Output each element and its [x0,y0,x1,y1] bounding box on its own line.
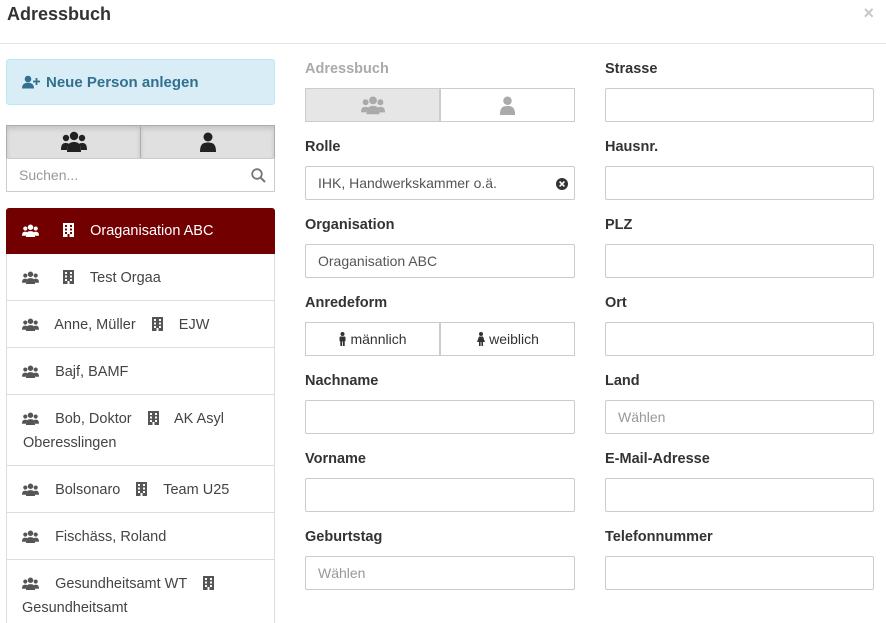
contact-list: Oraganisation ABC Test Orgaa Anne, Mülle… [6,208,275,623]
contact-type-toggle [6,125,275,159]
building-icon [63,270,75,284]
plz-field[interactable] [605,244,874,278]
new-person-button[interactable]: Neue Person anlegen [6,59,275,105]
list-item[interactable]: Bajf, BAMF [6,348,275,395]
new-person-label: Neue Person anlegen [46,73,199,91]
list-item-name: Bajf, BAMF [55,364,129,380]
list-item[interactable]: Oraganisation ABC [6,208,275,254]
telefon-field[interactable] [605,556,874,590]
land-label: Land [605,373,640,389]
type-group-option[interactable] [305,88,440,122]
users-icon [22,483,39,496]
ort-field[interactable] [605,322,874,356]
toggle-person[interactable] [141,125,275,159]
organisation-value: Oraganisation ABC [318,253,438,269]
user-plus-icon [22,75,40,89]
nachname-label: Nachname [305,373,379,389]
vorname-field[interactable] [305,478,575,512]
list-item[interactable]: Test Orgaa [6,254,275,301]
list-item-name: Anne, Müller [54,317,136,333]
anrede-female-option[interactable]: weiblich [440,322,575,356]
rolle-label: Rolle [305,139,341,155]
plz-label: PLZ [605,217,633,233]
geburtstag-field[interactable]: Wählen [305,556,575,590]
close-icon[interactable]: × [863,3,874,24]
email-field[interactable] [605,478,874,512]
nachname-field[interactable] [305,400,575,434]
users-icon [22,318,39,331]
clear-icon[interactable] [556,178,568,190]
list-item-org: AK Asyl [173,411,224,427]
building-icon [203,576,215,590]
users-icon [60,131,87,152]
search-box [6,158,275,192]
building-icon [147,411,159,425]
anrede-female-label: weiblich [489,331,539,347]
list-item[interactable]: Gesundheitsamt WT Gesundheitsamt [6,560,275,623]
users-icon [22,224,39,237]
list-item-org-line2: Gesundheitsamt [22,600,128,616]
list-item[interactable]: Bob, Doktor AK Asyl Oberesslingen [6,395,275,466]
female-icon [477,332,486,346]
list-item-name: Test Orgaa [89,270,161,286]
search-icon[interactable] [251,168,266,183]
rolle-value: IHK, Handwerkskammer o.ä. [318,175,497,191]
users-icon [22,412,39,425]
organisation-field[interactable]: Oraganisation ABC [305,244,575,278]
user-icon [199,132,216,152]
strasse-field[interactable] [605,88,874,122]
ort-label: Ort [605,295,627,311]
anrede-toggle: männlich weiblich [305,322,575,356]
building-icon [136,482,148,496]
type-person-option[interactable] [440,88,575,122]
list-item-org-line2: Oberesslingen [23,435,117,451]
dialog-title: Adressbuch [7,4,112,24]
strasse-label: Strasse [605,61,658,77]
adressbuch-label: Adressbuch [305,61,389,77]
rolle-select[interactable]: IHK, Handwerkskammer o.ä. [305,166,575,200]
geburtstag-placeholder: Wählen [318,565,366,581]
anrede-label: Anredeform [305,295,388,311]
building-icon [151,317,163,331]
users-icon [22,530,39,543]
list-item[interactable]: Bolsonaro Team U25 [6,466,275,513]
adressbuch-type-toggle [305,88,575,122]
list-item[interactable]: Anne, Müller EJW [6,301,275,348]
hausnr-field[interactable] [605,166,874,200]
users-icon [360,96,385,115]
list-item-name: Oraganisation ABC [90,223,214,239]
land-select[interactable]: Wählen [605,400,874,434]
list-item-name: Gesundheitsamt WT [55,576,187,592]
list-item-name: Fischäss, Roland [55,529,167,545]
user-icon [499,96,516,115]
list-item-name: Bolsonaro [55,482,121,498]
male-icon [339,332,346,346]
building-icon [63,223,75,237]
organisation-label: Organisation [305,217,395,233]
email-label: E-Mail-Adresse [605,451,710,467]
geburtstag-label: Geburtstag [305,529,383,545]
vorname-label: Vorname [305,451,366,467]
dialog-header: Adressbuch × [0,0,886,44]
anrede-male-option[interactable]: männlich [305,322,440,356]
list-item-org: EJW [178,317,210,333]
anrede-male-label: männlich [350,331,407,347]
land-placeholder: Wählen [618,409,666,425]
users-icon [22,577,39,590]
list-item-org: Team U25 [163,482,230,498]
list-item-name: Bob, Doktor [55,411,132,427]
list-item[interactable]: Fischäss, Roland [6,513,275,560]
users-icon [22,365,39,378]
toggle-groups[interactable] [6,125,141,159]
users-icon [22,271,39,284]
telefon-label: Telefonnummer [605,529,713,545]
hausnr-label: Hausnr. [605,139,659,155]
search-input[interactable] [19,167,239,183]
